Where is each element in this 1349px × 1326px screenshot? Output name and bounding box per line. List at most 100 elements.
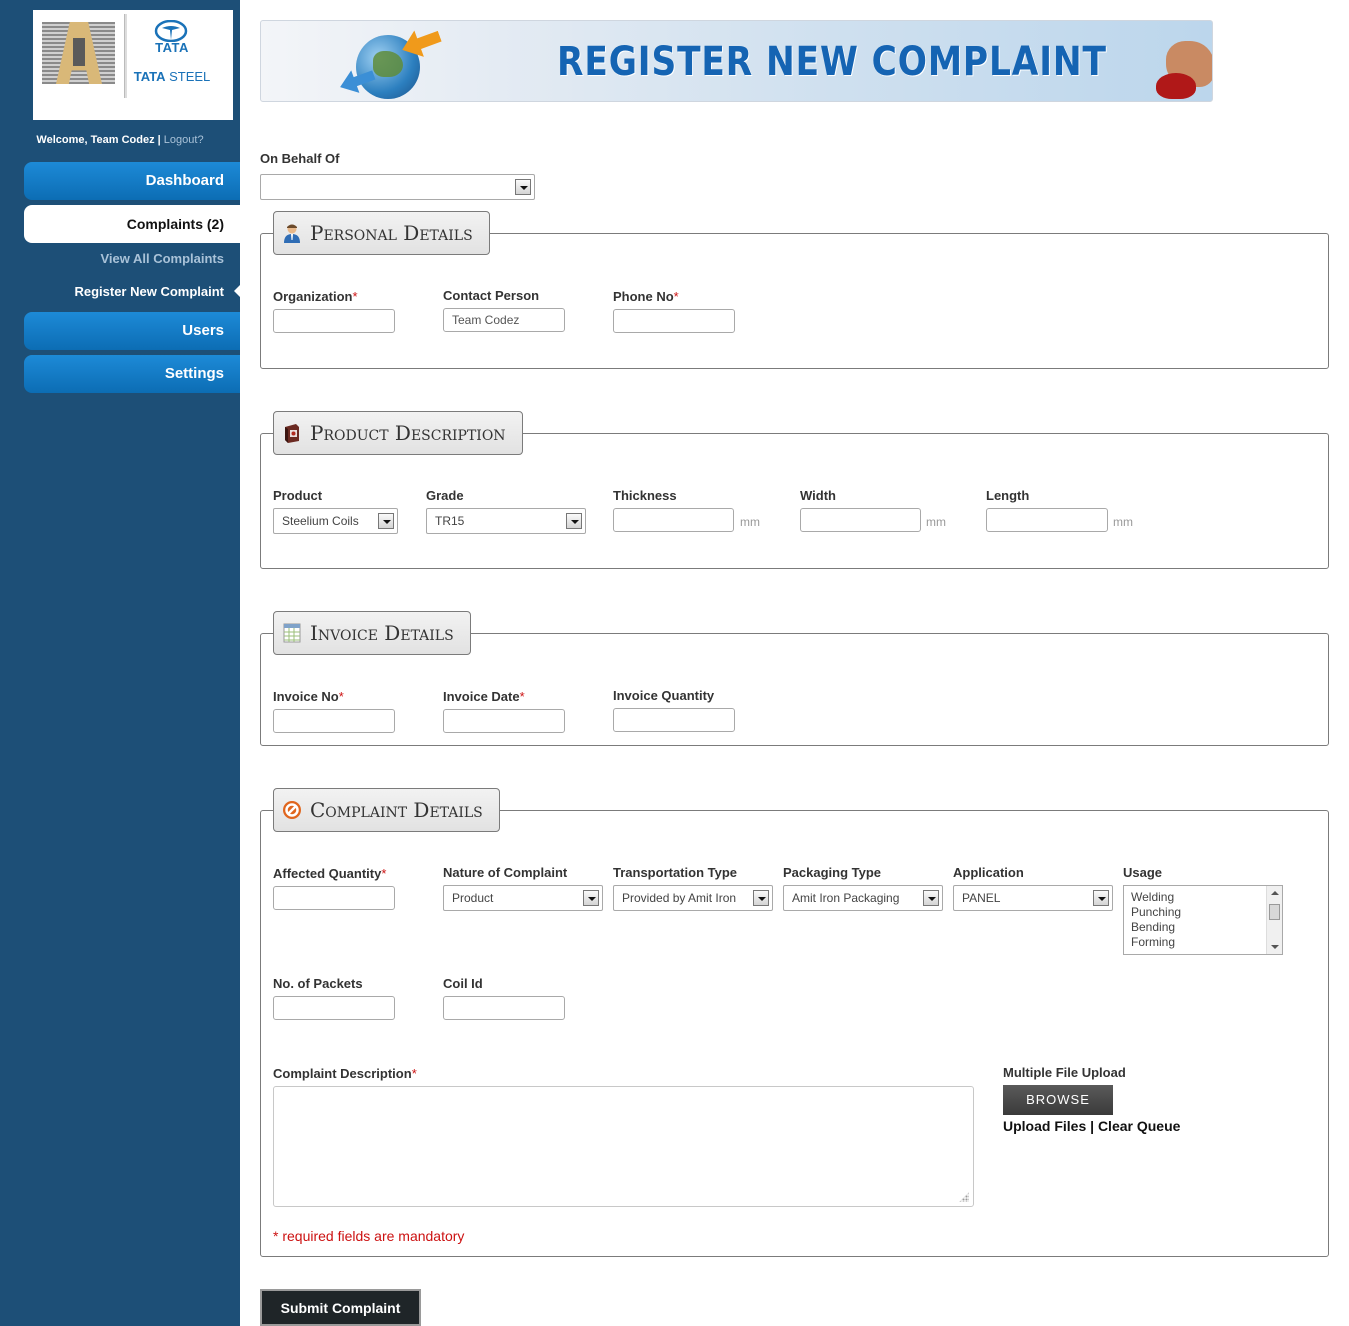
invoice-date-input[interactable]	[443, 709, 565, 733]
organization-label: Organization*	[273, 289, 358, 304]
invoice-quantity-input[interactable]	[613, 708, 735, 732]
usage-scrollbar[interactable]	[1266, 886, 1282, 954]
tata-wordmark: TATA	[155, 40, 189, 55]
complaint-details-legend: Complaint Details	[273, 788, 500, 832]
tata-emblem-icon	[154, 20, 188, 42]
complaint-details-title: Complaint Details	[310, 798, 483, 822]
coil-id-label: Coil Id	[443, 976, 483, 991]
grade-select[interactable]: TR15	[426, 508, 586, 534]
usage-label: Usage	[1123, 865, 1163, 880]
clear-queue-link[interactable]: Clear Queue	[1098, 1118, 1180, 1134]
product-description-legend: Product Description	[273, 411, 523, 455]
chevron-down-icon	[515, 179, 531, 195]
phone-no-input[interactable]	[613, 309, 735, 333]
chevron-down-icon	[583, 890, 599, 906]
width-unit: mm	[926, 515, 946, 529]
packaging-type-value: Amit Iron Packaging	[792, 891, 900, 905]
person-icon	[284, 224, 300, 243]
complaint-description-textarea[interactable]	[273, 1086, 974, 1207]
upload-files-link[interactable]: Upload Files	[1003, 1118, 1086, 1134]
scroll-thumb[interactable]	[1269, 904, 1280, 920]
chevron-down-icon	[378, 513, 394, 529]
grade-label: Grade	[426, 488, 464, 503]
nav-view-all-complaints[interactable]: View All Complaints	[24, 251, 224, 266]
nav-dashboard[interactable]: Dashboard	[24, 162, 240, 200]
product-value: Steelium Coils	[282, 514, 359, 528]
application-value: PANEL	[962, 891, 1001, 905]
phone-no-label: Phone No*	[613, 289, 679, 304]
no-entry-icon	[283, 801, 301, 819]
browse-button[interactable]: BROWSE	[1003, 1085, 1113, 1115]
a-logo-icon	[42, 22, 115, 84]
contact-person-input[interactable]: Team Codez	[443, 308, 565, 332]
length-input[interactable]	[986, 508, 1108, 532]
invoice-no-input[interactable]	[273, 709, 395, 733]
transportation-type-select[interactable]: Provided by Amit Iron	[613, 885, 773, 911]
company-logo: TATA TATA STEEL	[33, 10, 233, 120]
contact-person-label: Contact Person	[443, 288, 540, 303]
usage-option[interactable]: Bending	[1131, 920, 1275, 935]
packets-label: No. of Packets	[273, 976, 363, 991]
invoice-quantity-label: Invoice Quantity	[613, 688, 715, 703]
nav-users[interactable]: Users	[24, 312, 240, 350]
invoice-no-label: Invoice No*	[273, 689, 344, 704]
nav-complaints[interactable]: Complaints (2)	[24, 205, 240, 243]
thickness-label: Thickness	[613, 488, 677, 503]
invoice-date-label: Invoice Date*	[443, 689, 525, 704]
nature-of-complaint-label: Nature of Complaint	[443, 865, 568, 880]
usage-option[interactable]: Punching	[1131, 905, 1275, 920]
width-label: Width	[800, 488, 836, 503]
usage-listbox[interactable]: Welding Punching Bending Forming	[1123, 885, 1283, 955]
logout-link[interactable]: Logout?	[164, 134, 204, 146]
logo-divider	[124, 14, 127, 98]
usage-option[interactable]: Forming	[1131, 935, 1275, 950]
personal-details-legend: Personal Details	[273, 211, 490, 255]
sidebar: TATA TATA STEEL Welcome, Team Codez | Lo…	[0, 0, 240, 1326]
product-description-title: Product Description	[310, 421, 506, 445]
personal-details-title: Personal Details	[310, 221, 473, 245]
scroll-down-icon[interactable]	[1271, 945, 1279, 949]
nav-settings[interactable]: Settings	[24, 355, 240, 393]
application-select[interactable]: PANEL	[953, 885, 1113, 911]
transportation-type-label: Transportation Type	[613, 865, 737, 880]
mandatory-note: * required fields are mandatory	[273, 1228, 465, 1244]
thickness-input[interactable]	[613, 508, 734, 532]
mouse-image	[1156, 73, 1196, 99]
affected-quantity-input[interactable]	[273, 886, 395, 910]
width-input[interactable]	[800, 508, 921, 532]
packaging-type-label: Packaging Type	[783, 865, 882, 880]
submit-complaint-button[interactable]: Submit Complaint	[260, 1289, 421, 1326]
nav-register-new-complaint[interactable]: Register New Complaint	[24, 284, 224, 299]
chevron-down-icon	[1093, 890, 1109, 906]
link-separator: |	[1086, 1118, 1098, 1134]
packaging-type-select[interactable]: Amit Iron Packaging	[783, 885, 943, 911]
affected-quantity-label: Affected Quantity*	[273, 866, 387, 881]
length-label: Length	[986, 488, 1030, 503]
scroll-up-icon[interactable]	[1271, 891, 1279, 895]
globe-land	[373, 51, 403, 77]
tata-steel-wordmark: TATA STEEL	[133, 69, 211, 84]
thickness-unit: mm	[740, 515, 760, 529]
upload-links: Upload Files | Clear Queue	[1003, 1118, 1180, 1134]
packets-input[interactable]	[273, 996, 395, 1020]
transportation-type-value: Provided by Amit Iron	[622, 891, 737, 905]
organization-input[interactable]	[273, 309, 395, 333]
invoice-details-title: Invoice Details	[310, 621, 454, 645]
on-behalf-of-select[interactable]	[260, 174, 535, 200]
nature-of-complaint-value: Product	[452, 891, 494, 905]
chevron-down-icon	[566, 513, 582, 529]
page-title: REGISTER NEW COMPLAINT	[557, 39, 1107, 85]
welcome-message: Welcome, Team Codez | Logout?	[0, 134, 240, 146]
coil-id-input[interactable]	[443, 996, 565, 1020]
product-label: Product	[273, 488, 323, 503]
resize-grip-icon[interactable]	[959, 1192, 969, 1202]
invoice-details-legend: Invoice Details	[273, 611, 471, 655]
page-banner: REGISTER NEW COMPLAINT	[260, 20, 1213, 102]
product-box-icon	[285, 424, 299, 443]
usage-option[interactable]: Welding	[1131, 890, 1275, 905]
nature-of-complaint-select[interactable]: Product	[443, 885, 603, 911]
product-select[interactable]: Steelium Coils	[273, 508, 398, 534]
chevron-down-icon	[923, 890, 939, 906]
on-behalf-of-label: On Behalf Of	[260, 151, 340, 166]
spreadsheet-icon	[283, 623, 301, 643]
